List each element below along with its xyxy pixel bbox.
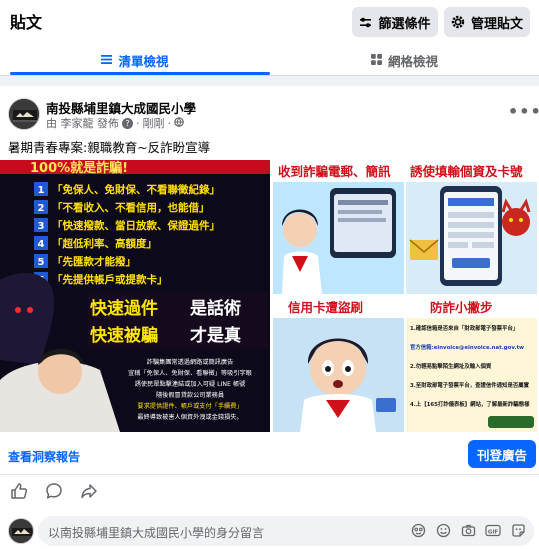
help-icon[interactable]: ? — [122, 117, 133, 129]
poster-footer-line: 要求提供證件、帳戶或支付「手續費」 — [137, 402, 242, 410]
poster-footer-line: 隨後假冒貸款公司業務員 — [156, 391, 224, 399]
share-icon[interactable] — [78, 480, 100, 502]
comment-icon[interactable] — [43, 480, 65, 502]
poster-headline: 100%就是詐騙! — [30, 160, 128, 176]
feed-gap — [0, 76, 539, 86]
panel1-title: 收到詐騙電郵、簡訊 — [278, 164, 391, 179]
comment-placeholder: 以南投縣埔里鎮大成國民小學的身分留言 — [48, 526, 265, 540]
poster-footer-line: 詐騙集團常透過網路或簡訊廣告 — [147, 358, 234, 366]
emoji-icon[interactable] — [435, 522, 451, 538]
list-number: 5 — [38, 257, 45, 268]
poster-footer-line: 最終導致被害人個資外洩或金錢損失。 — [137, 413, 242, 421]
list-icon — [101, 53, 113, 68]
list-item-text: 「先匯款才能撥」 — [52, 255, 136, 268]
view-tabs: 清單檢視 網格檢視 — [0, 45, 539, 75]
page-title: 貼文 — [10, 13, 43, 32]
list-number: 3 — [38, 221, 45, 232]
poster-footer-line: 誘使民眾點擊連結或加入可疑 LINE 帳號 — [135, 380, 246, 388]
list-number: 1 — [38, 185, 45, 196]
post-image[interactable]: 100%就是詐騙! 1 「免保人、免財保、不看聯徵紀錄」 2 「不看收入、不看信用，也… — [0, 160, 539, 432]
boost-post-button[interactable]: 刊登廣告 — [468, 440, 536, 468]
list-item-text: 「免保人、免財保、不看聯徵紀錄」 — [52, 183, 220, 196]
tab-list-label: 清單檢視 — [118, 53, 169, 69]
manage-posts-label: 管理貼文 — [470, 16, 523, 32]
slogan-2b: 才是真 — [190, 325, 241, 346]
tab-grid-view[interactable]: 網格檢視 — [270, 45, 539, 75]
post-meta-by: 由 李家龍 發佈 — [46, 117, 119, 130]
list-item-text: 「不看收入、不看信用，也能借」 — [52, 201, 210, 214]
manage-posts-button[interactable]: 管理貼文 — [444, 7, 530, 37]
list-item-text: 「先提供帳戶或提款卡」 — [52, 273, 168, 286]
page-avatar[interactable] — [8, 98, 40, 130]
gif-icon[interactable]: GIF — [485, 522, 501, 538]
post-meta: 由 李家龍 發佈 ? · 剛剛 · — [46, 115, 184, 131]
slogan-1a: 快速過件 — [90, 298, 158, 319]
list-number: 4 — [38, 239, 45, 250]
grid-icon — [370, 53, 382, 68]
more-icon[interactable]: ••• — [508, 102, 539, 121]
list-item-text: 「快速撥款、當日放款、保證過件」 — [52, 219, 220, 232]
tip-line: 1.確認信箱是否來自「財政部電子發票平台」 — [410, 324, 518, 332]
tip-line: 4.上【165打詐儀表板】網站，了解最新詐騙態樣 — [410, 400, 530, 408]
slogan-1b: 是話術 — [190, 298, 241, 319]
list-number: 2 — [38, 203, 45, 214]
avatar-sticker-icon[interactable] — [410, 522, 426, 538]
panel2-title: 誘使填輸個資及卡號 — [410, 164, 523, 179]
tip-line: 官方信箱:einvoice@einvoice.nat.gov.tw — [410, 343, 524, 351]
list-item-text: 「超低利率、高額度」 — [52, 237, 157, 250]
commenter-avatar — [8, 518, 34, 544]
slogan-2a: 快速被騙 — [90, 325, 158, 346]
post-text: 暑期青春專案:親職教育~反詐盼宣導 — [8, 140, 211, 155]
camera-icon[interactable] — [460, 522, 476, 538]
sticker-icon[interactable] — [510, 522, 526, 538]
panel3-title: 信用卡遭盜刷 — [288, 300, 363, 315]
sliders-icon — [359, 16, 372, 29]
svg-text:GIF: GIF — [488, 529, 499, 535]
tab-grid-label: 網格檢視 — [387, 53, 438, 69]
divider — [0, 474, 539, 475]
filter-button[interactable]: 篩選條件 — [352, 7, 438, 37]
gear-icon — [451, 15, 465, 29]
like-icon[interactable] — [8, 480, 30, 502]
comment-tools: GIF — [410, 522, 526, 538]
globe-icon — [174, 116, 184, 130]
separator-dot: · — [167, 116, 172, 130]
tab-list-view[interactable]: 清單檢視 — [0, 45, 270, 75]
view-insights-link[interactable]: 查看洞察報告 — [8, 448, 80, 465]
post-timestamp[interactable]: 剛剛 — [143, 115, 165, 131]
separator-dot: · — [136, 116, 140, 130]
comment-input[interactable]: 以南投縣埔里鎮大成國民小學的身分留言 GIF — [38, 516, 534, 546]
poster-footer-line: 宣稱「免保人、免財保、看聯徵」等吸引字眼 — [128, 369, 252, 377]
tip-line: 3.至財政部電子發票平台，查證信件通知是否屬實 — [410, 381, 530, 389]
page-header: 貼文 篩選條件 管理貼文 — [0, 0, 539, 44]
insights-row: 查看洞察報告 — [0, 436, 539, 472]
panel4-title: 防詐小撇步 — [430, 300, 493, 315]
filter-button-label: 篩選條件 — [378, 16, 431, 32]
tip-line: 2.勿輕易點擊陌生網址及輸入個資 — [410, 362, 492, 370]
